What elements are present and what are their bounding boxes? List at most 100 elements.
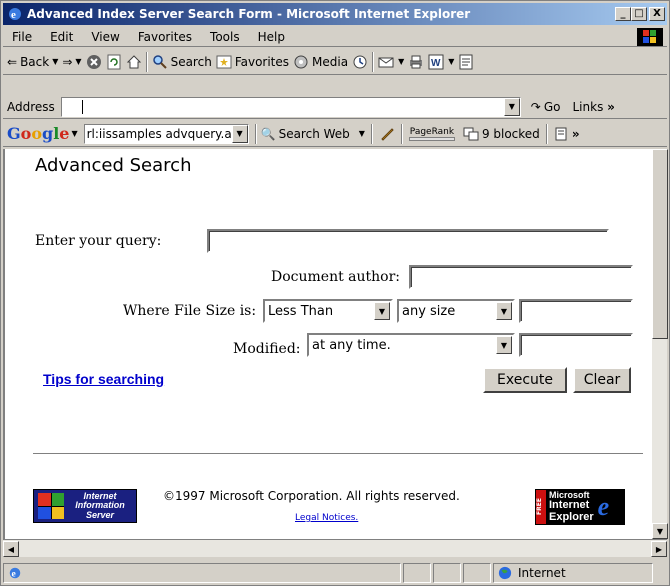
links-button[interactable]: Links » <box>573 100 615 114</box>
google-search-input[interactable]: rl:iissamples advquery.asp ▼ <box>83 123 249 144</box>
toolbar-separator <box>370 123 373 144</box>
minimize-button[interactable]: _ <box>615 7 631 21</box>
menu-file[interactable]: File <box>3 30 41 44</box>
chevron-right-icon: » <box>607 99 615 114</box>
execute-button[interactable]: Execute <box>483 367 567 393</box>
scroll-left-arrow-icon[interactable]: ◀ <box>3 541 19 557</box>
horizontal-rule <box>33 453 643 455</box>
size-compare-dropdown[interactable]: ▼ <box>374 302 390 320</box>
google-search-value: rl:iissamples advquery.asp <box>86 126 232 141</box>
refresh-icon[interactable] <box>106 54 122 70</box>
search-button[interactable]: Search <box>152 54 212 70</box>
author-label: Document author: <box>271 269 401 285</box>
toolbar-separator <box>545 123 548 144</box>
search-icon <box>152 54 167 69</box>
chevron-down-icon[interactable]: ▼ <box>71 129 77 138</box>
forward-arrow-icon: ⇒ <box>62 54 73 69</box>
iis-logo[interactable]: Internet Information Server <box>33 489 137 523</box>
address-input[interactable]: ▼ <box>60 96 521 117</box>
popup-blocker-icon <box>463 127 479 140</box>
ie-free-logo[interactable]: FREE Microsoft Internet Explorer e <box>535 489 625 525</box>
search-label: Search <box>170 54 212 69</box>
scroll-down-arrow-icon[interactable]: ▼ <box>652 523 668 539</box>
menu-help[interactable]: Help <box>249 30 294 44</box>
pagerank-label: PageRank <box>409 126 455 137</box>
modified-custom-input[interactable] <box>519 333 633 357</box>
edit-word-icon[interactable]: W <box>428 54 444 70</box>
author-input[interactable] <box>409 265 633 289</box>
print-icon[interactable] <box>408 54 424 70</box>
home-icon[interactable] <box>126 54 142 70</box>
scroll-right-arrow-icon[interactable]: ▶ <box>651 541 667 557</box>
chevron-down-icon[interactable]: ▼ <box>75 57 81 66</box>
mail-icon[interactable] <box>378 54 394 70</box>
clear-button[interactable]: Clear <box>573 367 631 393</box>
modified-dropdown[interactable]: ▼ <box>496 336 512 354</box>
discuss-icon[interactable] <box>458 54 474 70</box>
history-icon[interactable] <box>352 54 368 70</box>
google-logo[interactable]: Google <box>7 124 69 143</box>
favorites-label: Favorites <box>234 54 290 69</box>
forward-button[interactable]: ⇒ ▼ <box>62 55 81 69</box>
toolbar-separator <box>254 123 257 144</box>
window-title: Advanced Index Server Search Form - Micr… <box>27 7 471 21</box>
chevron-down-icon[interactable]: ▼ <box>52 57 58 66</box>
menu-view[interactable]: View <box>82 30 128 44</box>
address-dropdown-button[interactable]: ▼ <box>503 97 520 116</box>
toolbar-separator <box>400 123 403 144</box>
iis-logo-text: Internet Information Server <box>75 490 125 520</box>
security-zone: Internet <box>493 563 653 583</box>
size-compare-value: Less Than <box>268 303 334 319</box>
blocked-count: 9 blocked <box>481 126 540 141</box>
search-web-label: Search Web <box>278 126 350 141</box>
horizontal-scrollbar[interactable]: ◀ ▶ <box>3 539 667 557</box>
legal-notices-link[interactable]: Legal Notices. <box>295 513 358 523</box>
maximize-button[interactable]: □ <box>631 7 647 21</box>
go-button[interactable]: ↷ Go <box>531 100 561 114</box>
chevron-down-icon[interactable]: ▼ <box>398 57 404 66</box>
windows-flag-icon <box>637 28 663 46</box>
media-button[interactable]: Media <box>293 54 348 70</box>
chevron-down-icon[interactable]: ▼ <box>359 129 365 138</box>
modified-value: at any time. <box>312 337 391 353</box>
search-web-button[interactable]: 🔍 Search Web ▼ <box>261 127 365 141</box>
browser-window: e Advanced Index Server Search Form - Mi… <box>0 0 670 586</box>
globe-icon <box>498 566 512 580</box>
close-button[interactable]: X <box>649 7 665 21</box>
internet-explorer-icon: e <box>9 8 21 21</box>
back-button[interactable]: ⇐ Back ▼ <box>7 55 58 69</box>
scrollbar-thumb[interactable] <box>652 149 668 339</box>
vertical-scrollbar[interactable]: ▼ <box>651 149 668 539</box>
menu-edit[interactable]: Edit <box>41 30 82 44</box>
title-bar[interactable]: e Advanced Index Server Search Form - Mi… <box>3 3 667 25</box>
toolbar-separator <box>372 51 375 72</box>
tips-link[interactable]: Tips for searching <box>43 371 164 387</box>
file-size-label: Where File Size is: <box>123 303 257 319</box>
status-cell <box>403 563 431 583</box>
google-search-dropdown[interactable]: ▼ <box>231 124 248 143</box>
menu-favorites[interactable]: Favorites <box>129 30 201 44</box>
free-badge: FREE <box>536 490 546 524</box>
favorites-button[interactable]: Favorites <box>216 54 289 70</box>
size-value-dropdown[interactable]: ▼ <box>496 302 512 320</box>
popup-blocker-button[interactable]: 9 blocked <box>463 126 540 142</box>
address-label: Address <box>7 99 55 114</box>
toolbar-separator <box>145 51 148 72</box>
size-value-select[interactable]: any size ▼ <box>397 299 515 323</box>
stop-icon[interactable] <box>86 54 102 70</box>
autofill-icon[interactable] <box>554 126 570 142</box>
chevron-down-icon[interactable]: ▼ <box>448 57 454 66</box>
modified-select[interactable]: at any time. ▼ <box>307 333 515 357</box>
menu-tools[interactable]: Tools <box>201 30 249 44</box>
highlight-icon[interactable] <box>379 126 395 142</box>
query-label: Enter your query: <box>35 233 162 249</box>
query-input[interactable] <box>207 229 609 253</box>
pagerank-indicator[interactable]: PageRank <box>408 126 455 141</box>
size-custom-input[interactable] <box>519 299 633 323</box>
pagerank-bar <box>408 136 455 141</box>
address-bar: Address ▼ ↷ Go Links » <box>3 95 667 119</box>
size-value: any size <box>402 303 456 319</box>
size-compare-select[interactable]: Less Than ▼ <box>263 299 393 323</box>
menu-bar: File Edit View Favorites Tools Help <box>3 27 667 47</box>
chevron-right-icon[interactable]: » <box>572 127 580 141</box>
